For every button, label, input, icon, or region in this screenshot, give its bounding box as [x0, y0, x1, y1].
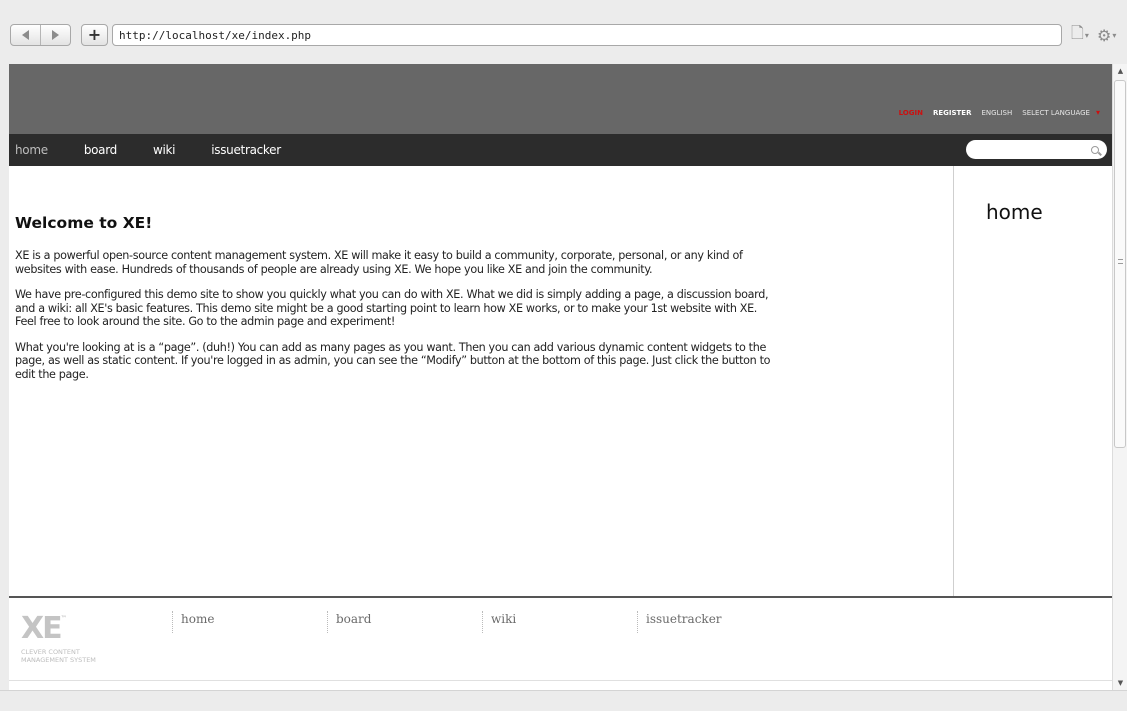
sidebar-title: home [986, 200, 1043, 224]
page-viewport: LOGIN REGISTER ENGLISH SELECT LANGUAGE ▾… [9, 64, 1112, 690]
footer-link-board[interactable]: board [327, 611, 371, 633]
chevron-up-icon: ▲ [1117, 67, 1124, 75]
article: Welcome to XE! XE is a powerful open-sou… [15, 214, 775, 393]
search-input[interactable] [966, 140, 1107, 159]
gear-icon: ⚙ [1097, 25, 1112, 45]
register-link[interactable]: REGISTER [933, 109, 972, 117]
account-links: LOGIN REGISTER ENGLISH SELECT LANGUAGE ▾ [899, 108, 1100, 117]
footer-link-home[interactable]: home [172, 611, 214, 633]
main-navigation: home board wiki issuetracker [9, 134, 1112, 166]
current-language: ENGLISH [981, 108, 1013, 117]
footer-divider [9, 680, 1112, 681]
logo-tagline: CLEVER CONTENT MANAGEMENT SYSTEM [21, 648, 96, 664]
status-bar [0, 690, 1127, 711]
page-title: Welcome to XE! [15, 214, 153, 232]
search-icon[interactable] [1091, 145, 1099, 154]
url-text: http://localhost/xe/index.php [119, 28, 312, 42]
site-header: LOGIN REGISTER ENGLISH SELECT LANGUAGE ▾ [9, 64, 1112, 134]
select-language-button[interactable]: SELECT LANGUAGE [1022, 109, 1090, 117]
chevron-down-icon[interactable]: ▾ [1096, 108, 1100, 117]
menu-item-home[interactable]: home [15, 143, 48, 157]
footer-link-issuetracker[interactable]: issuetracker [637, 611, 722, 633]
tagline-line-1: CLEVER CONTENT [21, 648, 80, 656]
article-paragraph: We have pre-configured this demo site to… [15, 288, 769, 328]
tagline-line-2: MANAGEMENT SYSTEM [21, 656, 96, 664]
site-footer: XE™ CLEVER CONTENT MANAGEMENT SYSTEM hom… [9, 596, 1112, 690]
chevron-down-icon: ▼ [1117, 679, 1124, 687]
sidebar: home [953, 166, 1112, 596]
vertical-scrollbar[interactable]: ▲ ▼ [1112, 64, 1127, 690]
grip-icon [1118, 259, 1123, 264]
back-icon [22, 30, 30, 40]
scroll-up-button[interactable]: ▲ [1113, 64, 1127, 78]
scrollbar-thumb[interactable] [1114, 80, 1126, 448]
add-bookmark-button[interactable]: + [81, 24, 108, 46]
main-content: Welcome to XE! XE is a powerful open-sou… [9, 166, 953, 596]
logo-text: XE [21, 611, 63, 646]
menu-item-wiki[interactable]: wiki [153, 143, 176, 157]
forward-button[interactable] [40, 25, 70, 45]
add-bookmark-icon: + [87, 25, 102, 44]
scroll-down-button[interactable]: ▼ [1113, 676, 1127, 690]
page-menu-button[interactable]: 🗋 ▾ [1071, 22, 1089, 46]
history-buttons [10, 24, 71, 46]
footer-link-wiki[interactable]: wiki [482, 611, 516, 633]
article-paragraph: What you're looking at is a “page”. (duh… [15, 340, 771, 381]
chevron-down-icon: ▾ [1084, 30, 1089, 40]
menu-item-issuetracker[interactable]: issuetracker [211, 143, 281, 157]
login-link[interactable]: LOGIN [899, 109, 923, 117]
browser-toolbar: + http://localhost/xe/index.php 🗋 ▾ ⚙ ▾ [0, 0, 1127, 64]
forward-icon [52, 30, 60, 40]
trademark: ™ [60, 615, 67, 622]
article-paragraph: XE is a powerful open-source content man… [15, 249, 743, 276]
menu-item-board[interactable]: board [84, 143, 117, 157]
settings-menu-button[interactable]: ⚙ ▾ [1097, 24, 1116, 46]
back-button[interactable] [11, 25, 40, 45]
address-bar[interactable]: http://localhost/xe/index.php [112, 24, 1062, 46]
menu-bar: home board wiki issuetracker [15, 134, 317, 166]
chevron-down-icon: ▾ [1112, 30, 1117, 40]
page-icon: 🗋 [1071, 22, 1084, 42]
xe-logo[interactable]: XE™ [21, 614, 67, 644]
